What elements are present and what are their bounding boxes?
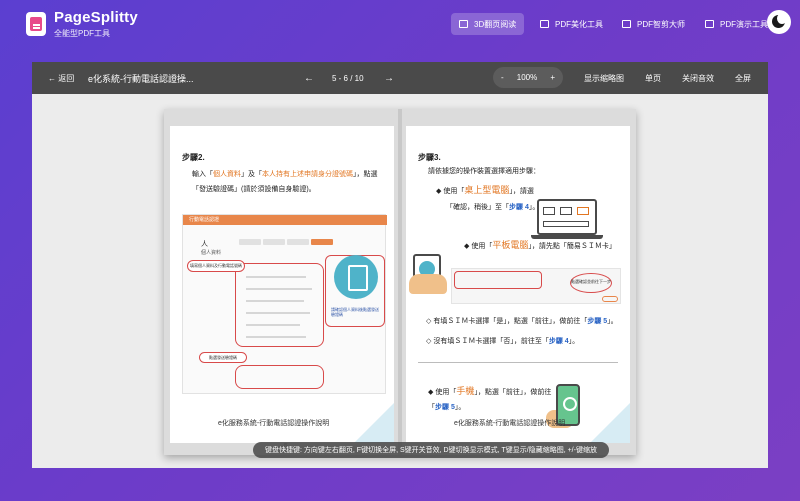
brand-subtitle: 全能型PDF工具 — [54, 29, 110, 38]
section-divider — [418, 362, 618, 363]
text: ◇ 有填ＳＩＭ卡選擇「是」，點選「前往」，做前往「 — [426, 318, 588, 325]
highlight: 手機 — [456, 386, 475, 396]
page-caption: e化服務系統-行動電話認證操作說明 — [454, 420, 566, 427]
step-link: 步驟 4 — [509, 204, 529, 211]
text: 」。 — [607, 318, 618, 325]
app-logo-icon — [26, 12, 46, 36]
back-button[interactable]: ← 返回 — [48, 62, 74, 94]
zoom-control: - 100% + — [493, 67, 563, 88]
screenshot-title: 行動電話認證 — [189, 217, 220, 223]
screenshot-tabs — [239, 239, 333, 245]
highlight: 個人資料 — [213, 171, 241, 178]
text: 「確認，稍後」至「 — [446, 204, 509, 211]
screenshot-header: 行動電話認證 — [183, 215, 387, 225]
instruction-line: 「發送驗證碼」(請於須設備自身驗證)。 — [192, 186, 316, 193]
step-link: 步驟 4 — [548, 338, 569, 345]
nav-pdf-cutter[interactable]: PDF智剪大师 — [614, 13, 693, 35]
text: ◆ 使用「 — [436, 188, 465, 195]
form-highlight-box — [235, 263, 324, 347]
highlight: 本人持有上述申請身分證號碼 — [262, 171, 353, 178]
presentation-icon — [705, 20, 714, 28]
text: 」，點選 — [353, 171, 378, 178]
image-icon — [622, 20, 631, 28]
screenshot-label: 個人資料 — [201, 250, 222, 256]
verify-device-icon — [334, 255, 378, 299]
page-corner-decoration — [590, 403, 630, 443]
fullscreen-button[interactable]: 全屏 — [735, 62, 751, 94]
desktop-option-line2: 「確認，稍後」至「步驟 4」。 — [446, 202, 539, 212]
right-page[interactable]: 步驟3. 請依據您的操作裝置選擇適用步驟： ◆ 使用「桌上型電腦」，請選 「確認… — [406, 126, 630, 443]
text: 「 — [428, 404, 435, 411]
step-title: 步驟2. — [182, 153, 205, 162]
text: 」。 — [454, 404, 466, 411]
screenshot-hint: 請確認個人資料後點選發送驗證碼 — [331, 307, 379, 317]
phone-option-line2: 「步驟 5」。 — [428, 402, 465, 412]
app-header: PageSplitty 全能型PDF工具 3D翻页阅读 PDF美化工具 PDF智… — [0, 0, 800, 52]
document-icon — [540, 20, 549, 28]
sim-highlight-box — [454, 271, 542, 289]
laptop-icon — [531, 199, 603, 239]
form-screenshot: 行動電話認證 人 個人資料 填寫個人資料及行動電話號碼 點選發送驗證碼 請確認個… — [182, 214, 387, 394]
single-page-button[interactable]: 单页 — [645, 62, 661, 94]
book-icon — [459, 20, 468, 28]
step-link: 步驟 5 — [435, 404, 455, 411]
page-caption: e化服務系統-行動電話認證操作說明 — [218, 420, 330, 427]
instruction-line: 請依據您的操作裝置選擇適用步驟： — [428, 168, 540, 175]
brand-name: PageSplitty — [54, 9, 138, 26]
toggle-thumbnails-button[interactable]: 显示缩略图 — [584, 62, 624, 94]
document-title: e化系統-行動電話認證操... — [88, 73, 194, 84]
mute-sound-button[interactable]: 关闭音效 — [682, 62, 714, 94]
highlight: 桌上型電腦 — [464, 185, 510, 195]
text: ◇ 沒有填ＳＩＭ卡選擇「否」，前往至「 — [426, 338, 549, 345]
zoom-out-button[interactable]: - — [501, 73, 504, 82]
text: 」，點選「前往」，做前往 — [474, 389, 552, 396]
otp-highlight-box — [235, 365, 324, 389]
text: 輸入「 — [192, 171, 213, 178]
book-spine — [398, 109, 402, 455]
nav-label: PDF智剪大师 — [637, 19, 685, 29]
page-indicator: 5 - 6 / 10 — [332, 73, 364, 83]
text: 」，請選 — [509, 188, 534, 195]
callout-bubble: 點選確認並前往下一步 — [570, 273, 612, 293]
text: 」。 — [568, 338, 580, 345]
user-avatar-icon: 人 — [201, 241, 208, 248]
sim-no-line: ◇ 沒有填ＳＩＭ卡選擇「否」，前往至「步驟 4」。 — [426, 336, 579, 346]
zoom-level: 100% — [516, 73, 538, 82]
callout-bubble: 點選發送驗證碼 — [199, 352, 247, 363]
flipbook[interactable]: 步驟2. 輸入「個人資料」及「本人持有上述申請身分證號碼」，點選 「發送驗證碼」… — [164, 109, 636, 455]
nav-3d-flip-reader[interactable]: 3D翻页阅读 — [451, 13, 525, 35]
nav-label: PDF演示工具 — [720, 19, 768, 29]
text: ◆ 使用「 — [464, 243, 493, 250]
hand-icon — [409, 274, 447, 294]
nav-pdf-presenter[interactable]: PDF演示工具 — [697, 13, 776, 35]
sim-screenshot: 點選確認並前往下一步 — [451, 268, 621, 304]
desktop-option: ◆ 使用「桌上型電腦」，請選 — [436, 183, 534, 196]
prev-page-button[interactable]: ← — [304, 62, 314, 94]
text: 」，請先點「簡易ＳＩＭ卡」 — [528, 243, 616, 250]
book-viewer: ← 返回 e化系統-行動電話認證操... ← 5 - 6 / 10 → - 10… — [32, 62, 768, 468]
nav-label: 3D翻页阅读 — [474, 19, 517, 29]
next-page-button[interactable]: → — [384, 62, 394, 94]
instruction-line: 輸入「個人資料」及「本人持有上述申請身分證號碼」，點選 — [192, 169, 378, 179]
step-link: 步驟 5 — [587, 318, 608, 325]
keyboard-shortcuts-hint: 键盘快捷键: 方向键左右翻页, F键切换全屏, S键开关音效, D键切换显示模式… — [253, 442, 609, 458]
nav-label: PDF美化工具 — [555, 19, 603, 29]
text: ◆ 使用「 — [428, 389, 457, 396]
confirm-button-highlight — [602, 296, 618, 302]
phone-option: ◆ 使用「手機」，點選「前往」，做前往 — [428, 384, 551, 397]
page-corner-decoration — [354, 403, 394, 443]
viewer-toolbar: ← 返回 e化系統-行動電話認證操... ← 5 - 6 / 10 → - 10… — [32, 62, 768, 94]
callout-bubble: 填寫個人資料及行動電話號碼 — [187, 260, 245, 272]
step-title: 步驟3. — [418, 153, 441, 162]
moon-icon[interactable] — [767, 10, 791, 34]
sim-yes-line: ◇ 有填ＳＩＭ卡選擇「是」，點選「前往」，做前往「步驟 5」。 — [426, 316, 618, 326]
left-page[interactable]: 步驟2. 輸入「個人資料」及「本人持有上述申請身分證號碼」，點選 「發送驗證碼」… — [170, 126, 394, 443]
highlight: 平板電腦 — [492, 240, 529, 250]
text: 」及「 — [241, 171, 262, 178]
tablet-option: ◆ 使用「平板電腦」，請先點「簡易ＳＩＭ卡」 — [464, 238, 616, 251]
nav-pdf-beautify[interactable]: PDF美化工具 — [532, 13, 611, 35]
zoom-in-button[interactable]: + — [550, 73, 555, 82]
